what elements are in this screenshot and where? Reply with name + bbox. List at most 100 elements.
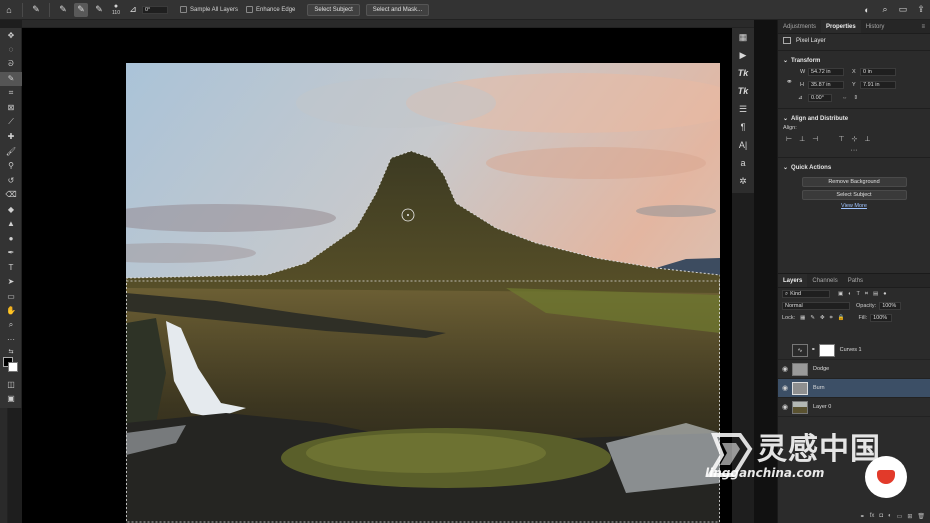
align-left-icon[interactable]: ⊢ <box>786 135 792 143</box>
height-field[interactable]: 35.87 in <box>808 80 844 89</box>
healing-brush-tool-icon[interactable]: ✚ <box>0 130 22 145</box>
blend-mode-select[interactable]: Normal <box>782 302 850 310</box>
layer-row[interactable]: ◉ Layer 0 <box>778 398 930 417</box>
tab-channels[interactable]: Channels <box>807 274 842 287</box>
eye-icon[interactable]: ◉ <box>778 365 792 373</box>
tab-paths[interactable]: Paths <box>843 274 868 287</box>
align-right-icon[interactable]: ⊣ <box>812 135 818 143</box>
filter-pixel-icon[interactable]: ▣ <box>838 291 843 297</box>
new-group-icon[interactable]: ▭ <box>897 513 903 520</box>
y-field[interactable]: 7.91 in <box>860 80 896 89</box>
rotation-angle-field[interactable]: 0.00° <box>808 93 832 102</box>
brush-tool-icon[interactable]: 🖌 <box>0 144 22 159</box>
new-adjustment-icon[interactable]: ◐ <box>888 513 892 519</box>
lock-pixels-icon[interactable]: ✎ <box>810 315 815 321</box>
angle-field[interactable]: 0° <box>141 5 168 14</box>
sample-all-layers-option[interactable]: Sample All Layers <box>176 0 242 20</box>
quick-mask-icon[interactable]: ◫ <box>0 377 22 392</box>
filter-type-icon[interactable]: T <box>857 291 860 297</box>
link-layers-icon[interactable]: ⚭ <box>860 513 865 520</box>
paint-bucket-tool-icon[interactable]: ◆ <box>0 202 22 217</box>
eye-icon[interactable]: ◉ <box>778 403 792 411</box>
flip-vertical-icon[interactable]: ⇕ <box>854 95 859 101</box>
pen-tool-icon[interactable]: ✒ <box>0 246 22 261</box>
layer-row-selected[interactable]: ◉ Burn <box>778 379 930 398</box>
add-to-selection-icon[interactable]: ✎ <box>74 2 88 17</box>
rectangle-tool-icon[interactable]: ▭ <box>0 289 22 304</box>
opacity-field[interactable]: 100% <box>879 302 902 310</box>
select-subject-button[interactable]: Select Subject <box>307 3 360 16</box>
chain-link-icon[interactable]: ⚭ <box>811 347 816 353</box>
type-tool-icon[interactable]: T <box>0 260 22 275</box>
layer-row[interactable]: ∿ ⚭ Curves 1 <box>778 341 930 360</box>
clone-stamp-tool-icon[interactable]: ⚲ <box>0 159 22 174</box>
filter-shape-icon[interactable]: ⌗ <box>865 291 868 298</box>
align-center-v-icon[interactable]: ⊹ <box>851 135 857 143</box>
align-top-icon[interactable]: ⊤ <box>838 135 844 143</box>
filter-adjustment-icon[interactable]: ◐ <box>848 291 851 297</box>
align-section-header[interactable]: ⌄ Align and Distribute <box>778 112 930 125</box>
layer-row[interactable]: ◉ Dodge <box>778 360 930 379</box>
new-layer-icon[interactable]: ⊞ <box>907 513 912 520</box>
share-icon[interactable]: ◐ <box>860 3 874 17</box>
libraries-icon[interactable]: ▦ <box>732 28 754 46</box>
tools-presets-icon[interactable]: ✲ <box>732 172 754 190</box>
sample-all-layers-checkbox[interactable] <box>179 6 187 13</box>
actions-play-icon[interactable]: ▶ <box>732 46 754 64</box>
view-more-link[interactable]: View More <box>778 203 930 209</box>
enhance-edge-checkbox[interactable] <box>246 6 254 13</box>
character-styles-icon[interactable]: Tk <box>732 64 754 82</box>
paragraph-styles-icon[interactable]: Tk <box>732 82 754 100</box>
history-brush-tool-icon[interactable]: ↺ <box>0 173 22 188</box>
width-field[interactable]: 54.72 in <box>808 67 844 76</box>
lasso-tool-icon[interactable]: ᘐ <box>0 57 22 72</box>
eyedropper-tool-icon[interactable]: ⟋ <box>0 115 22 130</box>
lock-all-icon[interactable]: 🔒 <box>838 315 845 321</box>
layer-mask-thumbnail[interactable] <box>818 343 835 357</box>
quick-select-tool-preset-icon[interactable]: ✎ <box>29 3 43 17</box>
home-icon[interactable]: ⌂ <box>2 3 16 17</box>
fill-field[interactable]: 100% <box>870 314 893 322</box>
x-field[interactable]: 0 in <box>860 67 896 76</box>
properties-icon[interactable]: ☰ <box>732 100 754 118</box>
link-icon[interactable]: ⚭ <box>786 77 793 86</box>
filter-toggle-icon[interactable]: ● <box>883 291 886 297</box>
panel-menu-icon[interactable]: ≡ <box>916 20 930 33</box>
eraser-tool-icon[interactable]: ⌫ <box>0 188 22 203</box>
quick-actions-header[interactable]: ⌄ Quick Actions <box>778 161 930 174</box>
select-and-mask-button[interactable]: Select and Mask... <box>365 3 430 16</box>
delete-layer-icon[interactable]: 🗑 <box>917 513 925 520</box>
subtract-from-selection-icon[interactable]: ✎ <box>92 3 106 17</box>
lock-position-icon[interactable]: ✥ <box>820 315 825 321</box>
fx-icon[interactable]: fx <box>870 513 875 519</box>
marquee-tool-icon[interactable]: ◌ <box>0 43 22 58</box>
frame-tool-icon[interactable]: ⊠ <box>0 101 22 116</box>
document-canvas[interactable] <box>22 28 732 523</box>
lock-artboard-icon[interactable]: ⌗ <box>830 315 833 322</box>
more-tools-icon[interactable]: ··· <box>0 333 22 348</box>
screen-mode-icon[interactable]: ▣ <box>0 392 22 407</box>
remove-background-button[interactable]: Remove Background <box>801 177 907 187</box>
transform-section-header[interactable]: ⌄ Transform <box>778 54 930 67</box>
brush-size-picker[interactable]: ● 110 <box>108 0 124 20</box>
workspace-icon[interactable]: ▭ <box>896 3 910 17</box>
glyphs-icon[interactable]: a <box>732 154 754 172</box>
tab-adjustments[interactable]: Adjustments <box>778 20 821 33</box>
align-center-h-icon[interactable]: ⊥ <box>799 135 805 143</box>
eye-icon[interactable]: ◉ <box>778 384 792 392</box>
dodge-tool-icon[interactable]: ● <box>0 231 22 246</box>
more-options-icon[interactable]: ··· <box>778 147 930 154</box>
color-swatches[interactable] <box>0 355 22 377</box>
blur-tool-icon[interactable]: ▲ <box>0 217 22 232</box>
enhance-edge-option[interactable]: Enhance Edge <box>242 0 299 20</box>
background-color-swatch[interactable] <box>8 362 18 372</box>
new-selection-icon[interactable]: ✎ <box>56 3 70 17</box>
flip-horizontal-icon[interactable]: ⇔ <box>842 95 848 101</box>
move-tool-icon[interactable]: ✥ <box>0 28 22 43</box>
select-subject-panel-button[interactable]: Select Subject <box>801 190 907 200</box>
align-bottom-icon[interactable]: ⊥ <box>864 135 870 143</box>
hand-tool-icon[interactable]: ✋ <box>0 304 22 319</box>
paragraph-icon[interactable]: ¶ <box>732 118 754 136</box>
tab-layers[interactable]: Layers <box>778 274 808 287</box>
crop-tool-icon[interactable]: ⌗ <box>0 86 22 101</box>
